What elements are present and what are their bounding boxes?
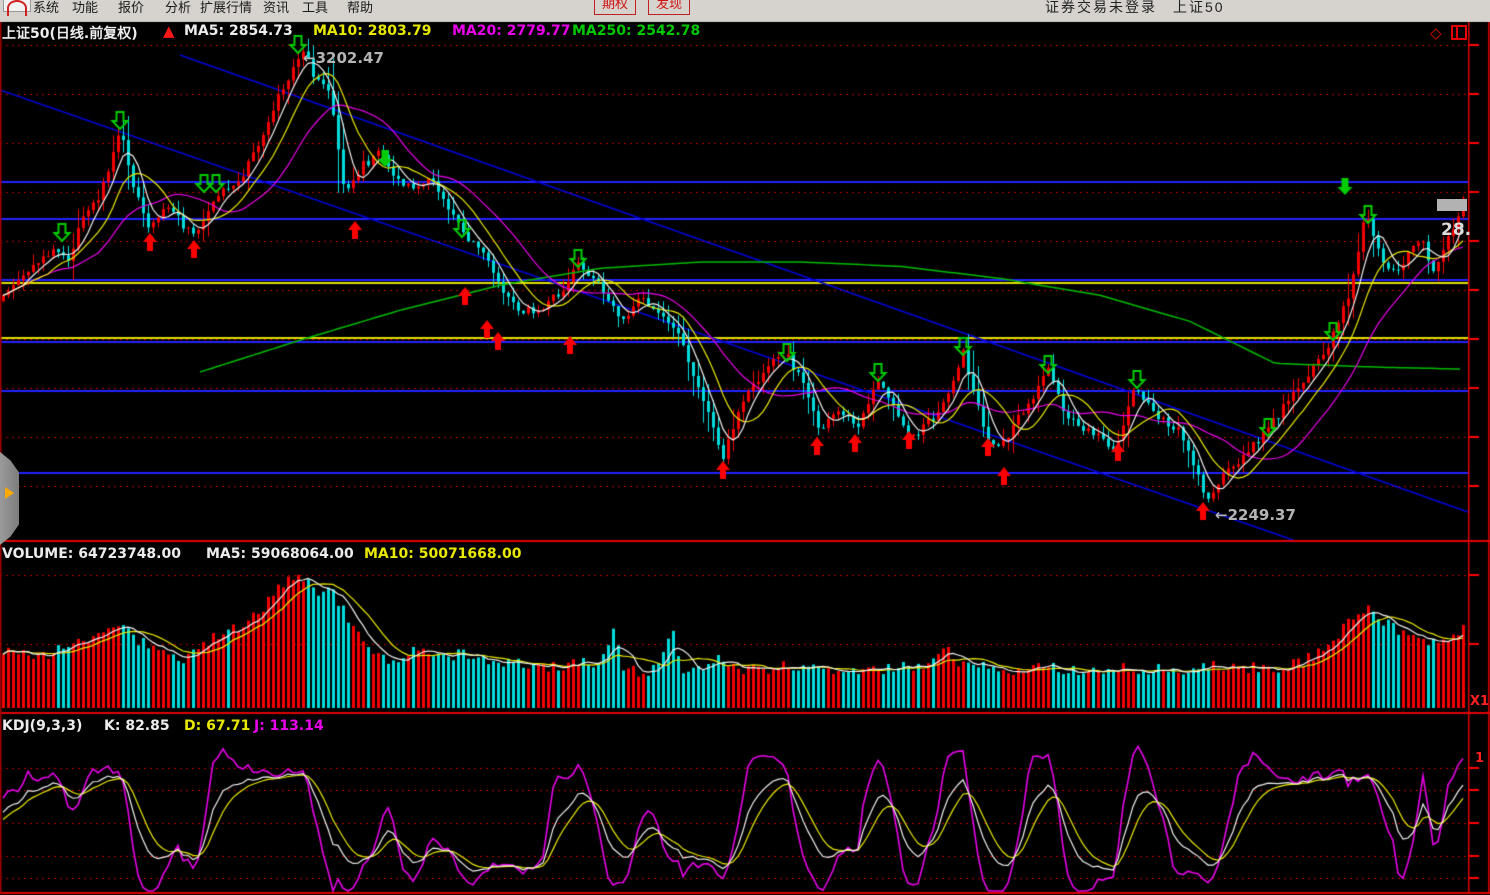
- menu-item-7[interactable]: 帮助: [347, 0, 373, 16]
- symbol-title[interactable]: 上证50(日线.前复权): [2, 23, 138, 43]
- volume-ma5-value: MA5: 59068064.00: [206, 546, 354, 562]
- high-price-label: ←3202.47: [303, 49, 384, 67]
- menu-item-4[interactable]: 扩展行情: [200, 0, 252, 16]
- ma20-value: MA20: 2779.77: [452, 23, 571, 39]
- kdj-j-value: J: 113.14: [254, 718, 324, 734]
- ma250-value: MA250: 2542.78: [572, 23, 701, 39]
- ma10-value: MA10: 2803.79: [313, 23, 432, 39]
- menu-item-9[interactable]: 发现: [648, 0, 691, 15]
- volume-ma10-value: MA10: 50071668.00: [364, 546, 522, 562]
- chart-canvas[interactable]: [0, 0, 1490, 895]
- kdj-k-value: K: 82.85: [104, 718, 170, 734]
- menu-item-6[interactable]: 工具: [302, 0, 328, 16]
- kdj-title[interactable]: KDJ(9,3,3): [2, 718, 82, 734]
- menu-item-8[interactable]: 期权: [594, 0, 637, 15]
- volume-value: VOLUME: 64723748.00: [2, 546, 181, 562]
- current-price-marker: [1437, 199, 1467, 211]
- volume-scale-label: X1: [1470, 694, 1490, 709]
- menu-item-2[interactable]: 报价: [118, 0, 144, 16]
- kdj-axis-partial-label: 1: [1475, 751, 1485, 766]
- low-price-label: ←2249.37: [1215, 506, 1296, 524]
- menu-item-1[interactable]: 功能: [72, 0, 98, 16]
- login-status-text: 证券交易未登录 上证50: [1045, 0, 1225, 15]
- axis-price-partial-label: 28.: [1441, 220, 1472, 240]
- menu-item-0[interactable]: 系统: [33, 0, 59, 16]
- up-arrow-icon: ▲: [163, 22, 175, 40]
- menu-item-5[interactable]: 资讯: [263, 0, 289, 16]
- app-logo-icon[interactable]: [3, 0, 31, 16]
- ma5-value: MA5: 2854.73: [184, 23, 293, 39]
- diamond-icon[interactable]: ◇: [1430, 24, 1442, 42]
- menu-item-3[interactable]: 分析: [165, 0, 191, 16]
- kdj-d-value: D: 67.71: [184, 718, 251, 734]
- trading-app-window: 系统 功能 报价 分析 扩展行情 资讯 工具 帮助 期权 发现 证券交易未登录 上证50 上证50…: [0, 0, 1490, 895]
- expand-arrow-icon[interactable]: [5, 487, 14, 499]
- restore-window-icon[interactable]: [1451, 25, 1467, 40]
